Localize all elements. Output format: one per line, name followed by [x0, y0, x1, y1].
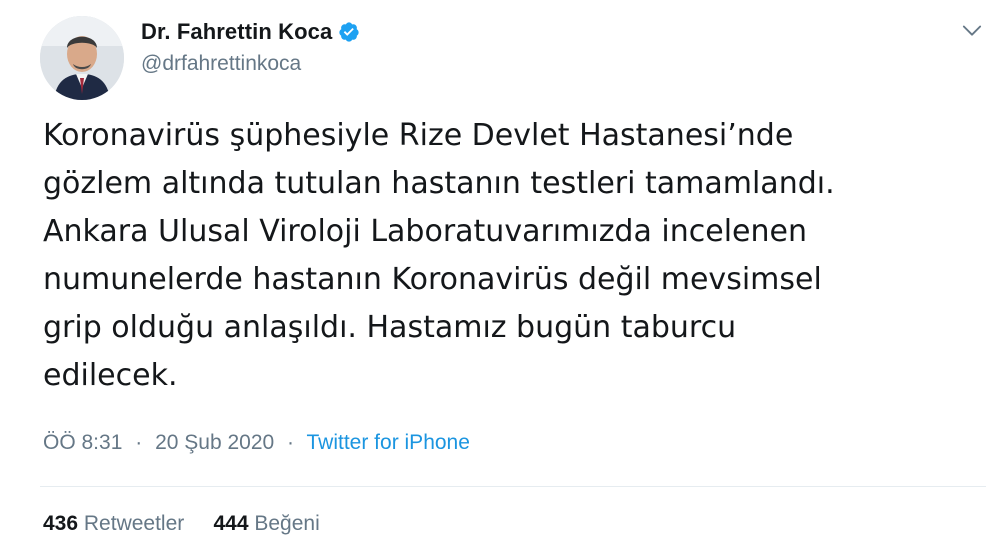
tweet-meta: ÖÖ 8:31 · 20 Şub 2020 · Twitter for iPho…: [43, 431, 470, 455]
avatar-photo: [40, 16, 124, 100]
verified-badge-icon: [339, 22, 359, 42]
tweet-line: numunelerde hastanın Koronavirüs değil m…: [43, 262, 822, 297]
tweet-line: Ankara Ulusal Viroloji Laboratuvarımızda…: [43, 214, 807, 249]
tweet-text: Koronavirüs şüphesiyle Rize Devlet Hasta…: [43, 112, 973, 400]
tweet-time[interactable]: ÖÖ 8:31: [43, 431, 122, 454]
author-name-row[interactable]: Dr. Fahrettin Koca: [141, 19, 360, 45]
tweet-line: edilecek.: [43, 358, 178, 393]
tweet-date[interactable]: 20 Şub 2020: [155, 431, 274, 454]
likes-stat[interactable]: 444 Beğeni: [213, 512, 319, 535]
tweet-line: gözlem altında tutulan hastanın testleri…: [43, 166, 835, 201]
retweets-stat[interactable]: 436 Retweetler: [43, 512, 184, 535]
chevron-down-icon[interactable]: [958, 16, 986, 44]
tweet-stats: 436 Retweetler 444 Beğeni: [43, 512, 320, 536]
meta-separator: ·: [135, 431, 143, 454]
divider: [40, 486, 986, 487]
likes-label: Beğeni: [254, 512, 320, 535]
retweets-count: 436: [43, 512, 79, 535]
tweet-source-link[interactable]: Twitter for iPhone: [307, 431, 470, 454]
meta-separator: ·: [287, 431, 295, 454]
author-handle[interactable]: @drfahrettinkoca: [141, 52, 301, 76]
likes-count: 444: [213, 512, 249, 535]
retweets-label: Retweetler: [83, 512, 185, 535]
tweet-line: Koronavirüs şüphesiyle Rize Devlet Hasta…: [43, 118, 794, 153]
tweet-line: grip olduğu anlaşıldı. Hastamız bugün ta…: [43, 310, 737, 345]
author-name[interactable]: Dr. Fahrettin Koca: [141, 19, 332, 45]
avatar[interactable]: [40, 16, 124, 100]
